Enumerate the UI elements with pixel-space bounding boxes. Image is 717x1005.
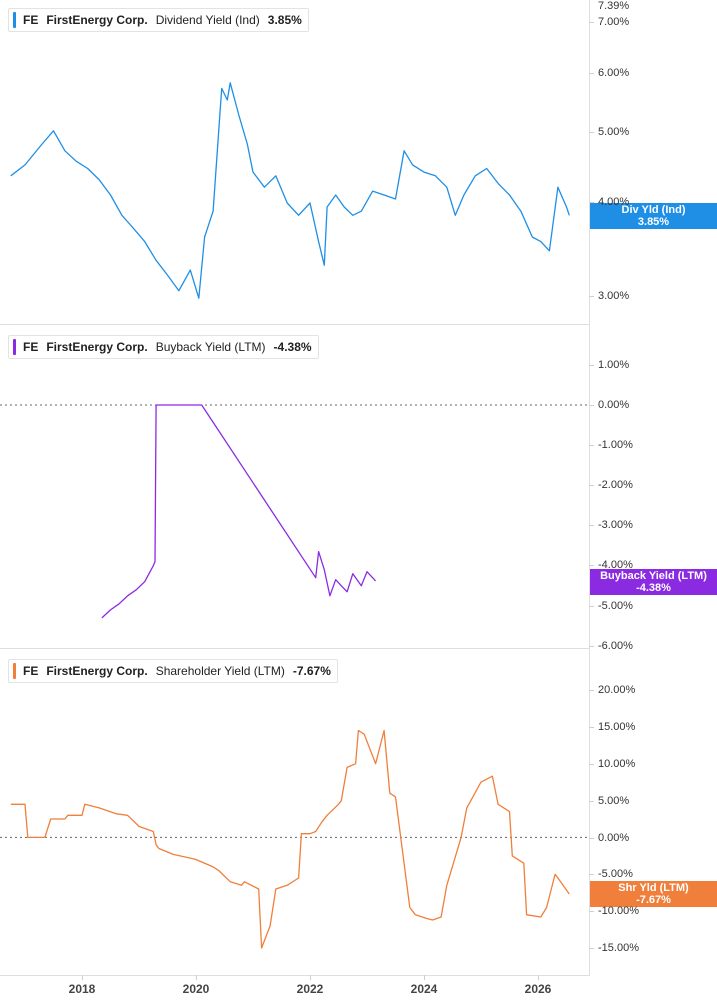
y-tick-mark [589,764,594,765]
y-tick-label: 0.00% [598,832,630,844]
x-tick-mark [538,975,539,980]
y-tick-mark [589,485,594,486]
y-tick-label: -2.00% [598,479,633,491]
series-line-0-0[interactable] [10,82,570,299]
x-tick-label: 2022 [296,982,324,996]
y-tick-mark [589,565,594,566]
x-tick-mark [82,975,83,980]
x-tick-label: 2024 [410,982,438,996]
legend-company: FirstEnergy Corp. [46,13,148,27]
y-tick-mark [589,202,594,203]
y-tick-mark [589,73,594,74]
y-tick-mark [589,646,594,647]
y-tick-mark [589,911,594,912]
y-tick-mark [589,445,594,446]
y-tick-label: -6.00% [598,640,633,652]
y-tick-label: 6.00% [598,67,630,79]
legend-buyback-yield[interactable]: FE FirstEnergy Corp. Buyback Yield (LTM)… [8,335,319,359]
legend-value: -4.38% [273,340,312,354]
y-tick-mark [589,405,594,406]
y-tick-mark [589,296,594,297]
y-tick-mark [589,22,594,23]
y-tick-label: 0.00% [598,399,630,411]
y-tick-label: 7.00% [598,16,630,28]
y-tick-label: 3.00% [598,290,630,302]
y-tick-mark [589,838,594,839]
series-color-swatch [13,663,16,679]
legend-company: FirstEnergy Corp. [46,340,148,354]
series-line-0-2[interactable] [10,729,570,949]
x-tick-label: 2026 [524,982,552,996]
y-tick-label: 5.00% [598,795,630,807]
x-tick-label: 2018 [68,982,96,996]
y-tick-mark [589,948,594,949]
y-tick-mark [589,801,594,802]
legend-company: FirstEnergy Corp. [46,664,148,678]
y-tick-label: -10.00% [598,905,639,917]
chart-stage: FE FirstEnergy Corp. Dividend Yield (Ind… [0,0,717,1005]
series-color-swatch [13,339,16,355]
y-tick-label: -1.00% [598,439,633,451]
legend-ticker: FE [23,13,39,27]
y-tick-mark [589,132,594,133]
y-tick-mark [589,874,594,875]
y-tick-label: -5.00% [598,600,633,612]
legend-metric: Shareholder Yield (LTM) [155,664,285,678]
y-tick-label: 10.00% [598,758,636,770]
y-tick-mark [589,365,594,366]
series-line-0-1[interactable] [101,404,377,619]
x-tick-mark [310,975,311,980]
y-tick-mark [589,727,594,728]
x-tick-mark [196,975,197,980]
y-tick-mark [589,525,594,526]
current-value-flag-buyback: Buyback Yield (LTM) -4.38% [590,569,717,595]
x-tick-label: 2020 [182,982,210,996]
y-tick-label: 15.00% [598,721,636,733]
y-tick-label: -5.00% [598,868,633,880]
y-tick-label: 7.39% [598,0,630,12]
y-tick-label: 1.00% [598,359,630,371]
flag-value: 3.85% [637,216,670,228]
y-tick-label: -15.00% [598,942,639,954]
y-tick-label: 4.00% [598,196,630,208]
plot-area [0,82,590,949]
y-tick-label: -3.00% [598,519,633,531]
flag-label: Shr Yld (LTM) [618,882,689,894]
legend-metric: Dividend Yield (Ind) [155,13,260,27]
y-tick-label: 20.00% [598,684,636,696]
y-tick-label: -4.00% [598,559,633,571]
y-tick-label: 5.00% [598,126,630,138]
x-tick-mark [424,975,425,980]
legend-dividend-yield[interactable]: FE FirstEnergy Corp. Dividend Yield (Ind… [8,8,309,32]
legend-metric: Buyback Yield (LTM) [155,340,266,354]
legend-value: 3.85% [267,13,302,27]
legend-ticker: FE [23,340,39,354]
current-value-flag-shareholder: Shr Yld (LTM) -7.67% [590,881,717,907]
flag-label: Buyback Yield (LTM) [600,570,707,582]
legend-shareholder-yield[interactable]: FE FirstEnergy Corp. Shareholder Yield (… [8,659,338,683]
flag-value: -4.38% [636,582,671,594]
y-tick-mark [589,690,594,691]
legend-value: -7.67% [292,664,331,678]
y-tick-mark [589,606,594,607]
series-color-swatch [13,12,16,28]
legend-ticker: FE [23,664,39,678]
